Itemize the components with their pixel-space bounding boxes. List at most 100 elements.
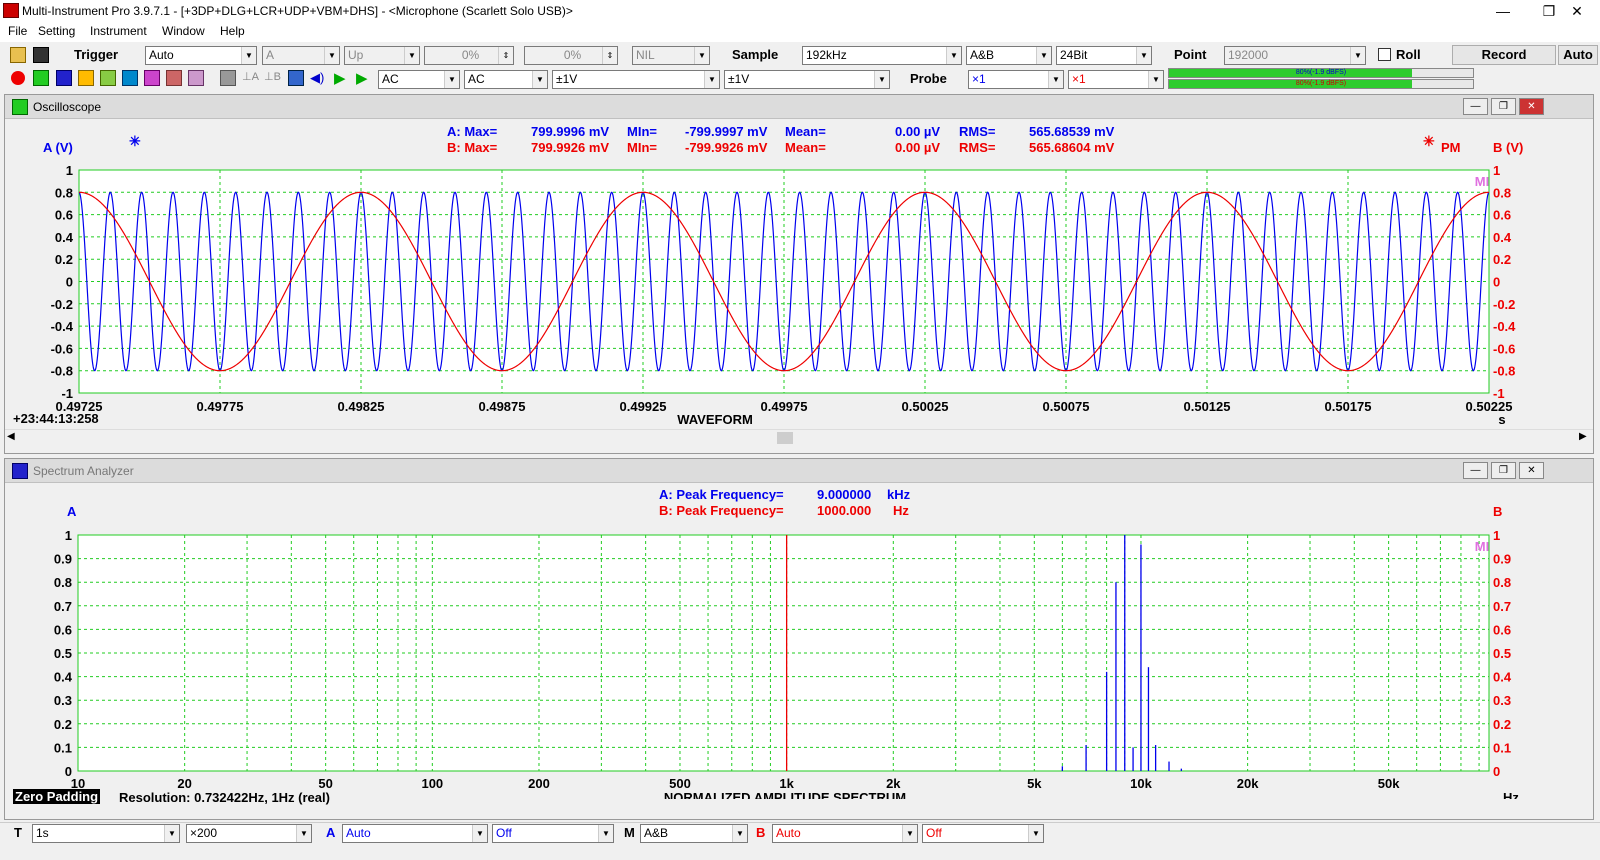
menu-window[interactable]: Window — [162, 24, 205, 38]
menu-instrument[interactable]: Instrument — [90, 24, 147, 38]
marker-a-icon[interactable]: ✳ — [129, 133, 141, 150]
trigger-delay-spinner[interactable]: 0% ⇕ — [524, 46, 618, 65]
cursor-a-icon[interactable]: ⊥A — [242, 70, 259, 86]
auto-button[interactable]: Auto — [1558, 45, 1598, 65]
sample-rate-select[interactable]: 192kHz ▼ — [802, 46, 962, 65]
zero-padding-badge[interactable]: Zero Padding — [13, 789, 101, 804]
spec-y-tick-left: 0.3 — [54, 693, 72, 708]
menu-file[interactable]: File — [8, 24, 27, 38]
trigger-level-spinner[interactable]: 0% ⇕ — [424, 46, 514, 65]
chevron-down-icon: ▼ — [532, 71, 547, 88]
spec-x-tick: 20k — [1237, 776, 1259, 791]
spectrum-close-button[interactable]: ✕ — [1519, 462, 1544, 479]
spec-y-tick-right: 0.5 — [1493, 646, 1511, 661]
level-a-text: 80%(-1.9 dBFS) — [1295, 69, 1347, 76]
spec-y-tick-right: 0.3 — [1493, 693, 1511, 708]
osc-y-tick-right: 0.4 — [1493, 230, 1512, 245]
range-a-select[interactable]: ±1V ▼ — [552, 70, 720, 89]
channels-select[interactable]: A&B ▼ — [966, 46, 1052, 65]
spec-x-tick: 500 — [669, 776, 691, 791]
scroll-left-icon[interactable]: ◀ — [7, 431, 15, 442]
spec-y-tick-left: 0.2 — [54, 717, 72, 732]
spectrum-minimize-button[interactable]: — — [1463, 462, 1488, 479]
oscilloscope-icon[interactable] — [33, 70, 49, 86]
points-select[interactable]: 192000 ▼ — [1224, 46, 1366, 65]
oscilloscope-maximize-button[interactable]: ❐ — [1491, 98, 1516, 115]
spectrogram-icon[interactable] — [144, 70, 160, 86]
play-icon[interactable]: ▶ — [334, 69, 350, 87]
ddp-icon[interactable] — [166, 70, 182, 86]
roll-checkbox[interactable] — [1378, 48, 1391, 61]
record-dot-icon[interactable] — [11, 71, 25, 85]
probe-a-select[interactable]: ×1 ▼ — [968, 70, 1064, 89]
spec-y-tick-right: 1 — [1493, 528, 1500, 543]
chevron-down-icon: ▼ — [874, 71, 889, 88]
multimeter-icon[interactable] — [78, 70, 94, 86]
chevron-down-icon: ▼ — [1136, 47, 1151, 64]
t-label: T — [14, 825, 22, 840]
bit-depth-select[interactable]: 24Bit ▼ — [1056, 46, 1152, 65]
marker-b-icon[interactable]: ✳ — [1423, 133, 1435, 150]
scroll-right-icon[interactable]: ▶ — [1579, 431, 1587, 442]
toolbar-main: Trigger Auto ▼ A ▼ Up ▼ 0% ⇕ 0% ⇕ NIL ▼ Sample… — [0, 43, 1600, 67]
a-scale-select[interactable]: Auto ▼ — [342, 824, 488, 843]
trigger-extra-select[interactable]: NIL ▼ — [632, 46, 710, 65]
menu-help[interactable]: Help — [220, 24, 245, 38]
dso-icon[interactable] — [122, 70, 138, 86]
osc-y-tick-right: -0.6 — [1493, 341, 1515, 356]
speaker-icon[interactable]: ◀) — [310, 70, 326, 86]
a-peak-label: A: Peak Frequency= — [659, 487, 784, 502]
close-button[interactable]: ✕ — [1554, 0, 1600, 22]
ddc-icon[interactable] — [188, 70, 204, 86]
b-scale-select[interactable]: Auto ▼ — [772, 824, 918, 843]
b-rms-label: RMS= — [959, 140, 996, 155]
coupling-b-select[interactable]: AC ▼ — [464, 70, 548, 89]
spectrum-icon[interactable] — [56, 70, 72, 86]
time-select[interactable]: 1s ▼ — [32, 824, 180, 843]
chevron-down-icon: ▼ — [296, 825, 311, 842]
spectrum-maximize-button[interactable]: ❐ — [1491, 462, 1516, 479]
oscilloscope-minimize-button[interactable]: — — [1463, 98, 1488, 115]
spec-x-tick: 1k — [779, 776, 794, 791]
minimize-button[interactable]: — — [1480, 0, 1526, 22]
cursor-b-icon[interactable]: ⊥B — [264, 70, 281, 86]
b-off-select[interactable]: Off ▼ — [922, 824, 1044, 843]
open-folder-icon[interactable] — [10, 47, 26, 63]
b-label: B — [756, 825, 766, 840]
m-label: M — [624, 825, 635, 840]
menu-setting[interactable]: Setting — [38, 24, 75, 38]
osc-y-tick-left: -0.8 — [51, 364, 73, 379]
spec-y-tick-right: 0.9 — [1493, 552, 1511, 567]
lock-icon[interactable] — [220, 70, 236, 86]
oscilloscope-close-button[interactable]: ✕ — [1519, 98, 1544, 115]
chevron-down-icon: ▼ — [1028, 825, 1043, 842]
probe-tool-icon[interactable] — [288, 70, 304, 86]
scroll-thumb[interactable] — [777, 432, 793, 444]
spec-y-tick-right: 0.2 — [1493, 717, 1511, 732]
spec-x-tick: 5k — [1027, 776, 1042, 791]
save-disk-icon[interactable] — [33, 47, 49, 63]
osc-y-tick-left: 0.6 — [55, 208, 73, 223]
spectrum-chart[interactable]: 1 1 0.9 0.9 0.8 0.8 0.7 0.7 0.6 0.6 0.5 0.5 0.4 0.4 0.… — [5, 521, 1593, 799]
oscilloscope-chart[interactable]: 1 1 0.8 0.8 0.6 0.6 0.4 0.4 0.2 0.2 0 0 -0.2 -0.2 -0.4… — [5, 155, 1593, 430]
m-select[interactable]: A&B ▼ — [640, 824, 748, 843]
coupling-a-select[interactable]: AC ▼ — [378, 70, 460, 89]
oscilloscope-title: Oscilloscope — [33, 100, 102, 114]
trigger-source-select[interactable]: A ▼ — [262, 46, 340, 65]
generator-icon[interactable] — [100, 70, 116, 86]
osc-y-right-label: B (V) — [1493, 140, 1524, 155]
probe-b-select[interactable]: ×1 ▼ — [1068, 70, 1164, 89]
trigger-mode-select[interactable]: Auto ▼ — [145, 46, 257, 65]
osc-y-tick-right: 0.6 — [1493, 208, 1511, 223]
record-button[interactable]: Record — [1452, 45, 1556, 65]
spec-y-tick-right: 0.7 — [1493, 599, 1511, 614]
osc-y-tick-right: -0.4 — [1493, 319, 1516, 334]
play-step-icon[interactable]: ▶ — [356, 69, 372, 87]
a-off-select[interactable]: Off ▼ — [492, 824, 614, 843]
a-rms-label: RMS= — [959, 124, 996, 139]
trigger-edge-select[interactable]: Up ▼ — [344, 46, 420, 65]
osc-horizontal-scrollbar[interactable]: ◀ ▶ — [5, 429, 1593, 445]
spec-y-tick-left: 0.1 — [54, 740, 72, 755]
zoom-select[interactable]: ×200 ▼ — [186, 824, 312, 843]
range-b-select[interactable]: ±1V ▼ — [724, 70, 890, 89]
